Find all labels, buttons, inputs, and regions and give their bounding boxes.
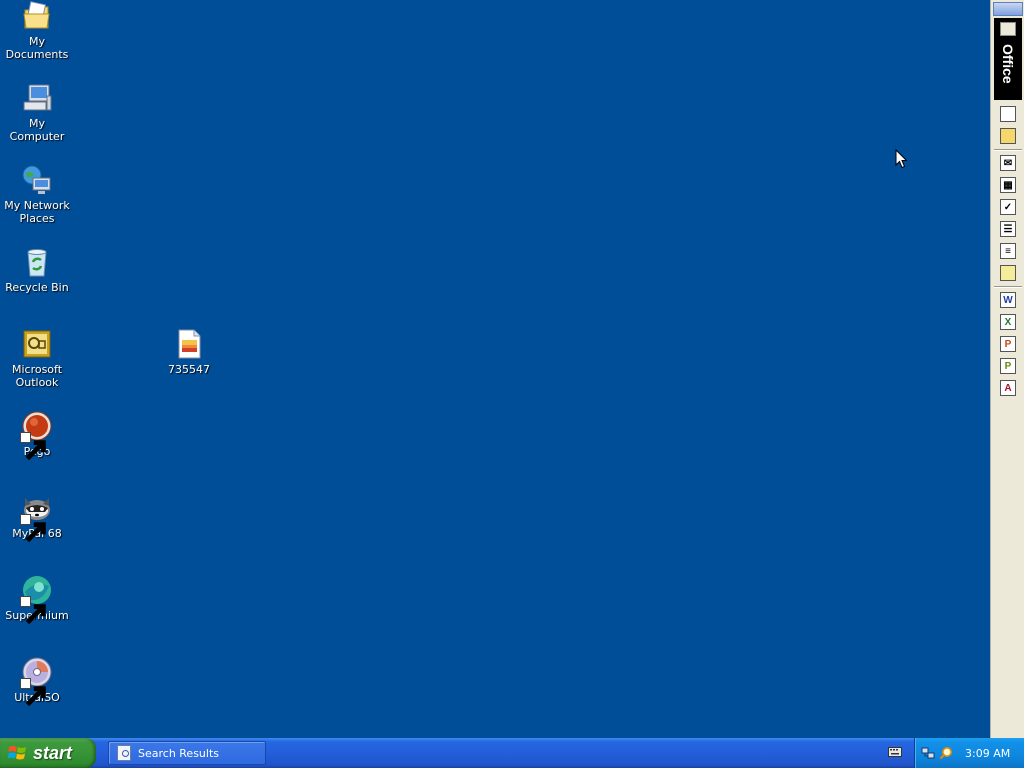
publisher-icon: P [1000, 358, 1016, 374]
system-tray: 3:09 AM [914, 738, 1024, 768]
shortcut-arrow-icon [20, 514, 46, 543]
new-office-document-icon [1000, 106, 1016, 122]
ultraiso-icon [20, 656, 53, 707]
mouse-cursor-icon [895, 149, 907, 169]
desktop-icon-microsoft-outlook[interactable]: Microsoft Outlook [0, 328, 74, 389]
desktop-icon-my-computer[interactable]: My Computer [0, 82, 74, 143]
excel-button[interactable]: X [997, 312, 1019, 332]
office-bar-title-band[interactable]: Office [994, 18, 1022, 100]
publisher-button[interactable]: P [997, 356, 1019, 376]
office-bar-separator [994, 149, 1022, 151]
shortcut-arrow-icon [20, 678, 46, 707]
desktop-icon-my-network-places[interactable]: My Network Places [0, 164, 74, 225]
office-bar-separator [994, 286, 1022, 288]
desktop-icon-label: My Documents [5, 35, 69, 61]
office-bar-menu-button[interactable] [993, 2, 1023, 16]
excel-icon: X [1000, 314, 1016, 330]
new-message-button[interactable]: ✉ [997, 153, 1019, 173]
start-button[interactable]: start [0, 738, 96, 768]
new-message-icon: ✉ [1000, 155, 1016, 171]
network-places-icon [21, 164, 53, 196]
start-label: start [33, 742, 73, 763]
word-icon: W [1000, 292, 1016, 308]
mypal-icon [20, 492, 53, 543]
access-button[interactable]: A [997, 378, 1019, 398]
new-task-icon: ✓ [1000, 199, 1016, 215]
desktop-icon-recycle-bin[interactable]: Recycle Bin [0, 246, 74, 294]
desktop[interactable]: My Documents My Computer My Network Plac… [0, 0, 990, 738]
open-office-document-button[interactable] [997, 126, 1019, 146]
keyboard-icon[interactable] [888, 746, 902, 758]
word-button[interactable]: W [997, 290, 1019, 310]
desktop-icon-label: 735547 [168, 363, 210, 376]
shortcut-arrow-icon [20, 432, 46, 461]
powerpoint-button[interactable]: P [997, 334, 1019, 354]
desktop-icon-supermium[interactable]: Supermium [0, 574, 74, 625]
clock[interactable]: 3:09 AM [965, 747, 1010, 760]
network-icon[interactable] [921, 746, 935, 760]
recycle-bin-icon [21, 246, 53, 278]
new-note-button[interactable] [997, 263, 1019, 283]
desktop-icon-mypal-68[interactable]: MyPal 68 [0, 492, 74, 543]
desktop-icon-label: Microsoft Outlook [11, 363, 63, 389]
supermium-icon [20, 574, 53, 625]
shortcut-arrow-icon [20, 596, 46, 625]
outlook-icon [21, 328, 53, 360]
new-office-document-button[interactable] [997, 104, 1019, 124]
desktop-icon-label: My Network Places [4, 199, 70, 225]
desktop-icon-ultraiso[interactable]: UltraISO [0, 656, 74, 707]
new-task-button[interactable]: ✓ [997, 197, 1019, 217]
powerpoint-icon: P [1000, 336, 1016, 352]
taskbar[interactable]: start Search Results 3:09 AM [0, 738, 1024, 768]
office-shortcut-bar[interactable]: Office ✉ ▦ ✓ ☰ ≡ W X P P A [990, 0, 1024, 738]
my-documents-icon [21, 0, 53, 32]
desktop-icon-my-documents[interactable]: My Documents [0, 0, 74, 61]
new-contact-icon: ☰ [1000, 221, 1016, 237]
taskbar-button-label: Search Results [138, 746, 220, 760]
new-journal-entry-button[interactable]: ≡ [997, 241, 1019, 261]
new-contact-button[interactable]: ☰ [997, 219, 1019, 239]
my-computer-icon [21, 82, 53, 114]
access-icon: A [1000, 380, 1016, 396]
search-results-icon [117, 745, 131, 761]
image-file-icon [173, 328, 205, 360]
pego-icon [20, 410, 53, 461]
desktop-icon-735547[interactable]: 735547 [152, 328, 226, 376]
search-tray-icon[interactable] [939, 746, 953, 760]
desktop-icon-pego[interactable]: Pego [0, 410, 74, 461]
new-journal-entry-icon: ≡ [1000, 243, 1016, 259]
windows-flag-icon [8, 746, 26, 760]
office-folder-icon [1000, 22, 1016, 36]
office-bar-title: Office [1000, 44, 1016, 84]
open-office-document-icon [1000, 128, 1016, 144]
taskbar-button-search-results[interactable]: Search Results [108, 741, 266, 765]
new-appointment-button[interactable]: ▦ [997, 175, 1019, 195]
desktop-icon-label: My Computer [9, 117, 65, 143]
desktop-icon-label: Recycle Bin [5, 281, 69, 294]
new-note-icon [1000, 265, 1016, 281]
new-appointment-icon: ▦ [1000, 177, 1016, 193]
